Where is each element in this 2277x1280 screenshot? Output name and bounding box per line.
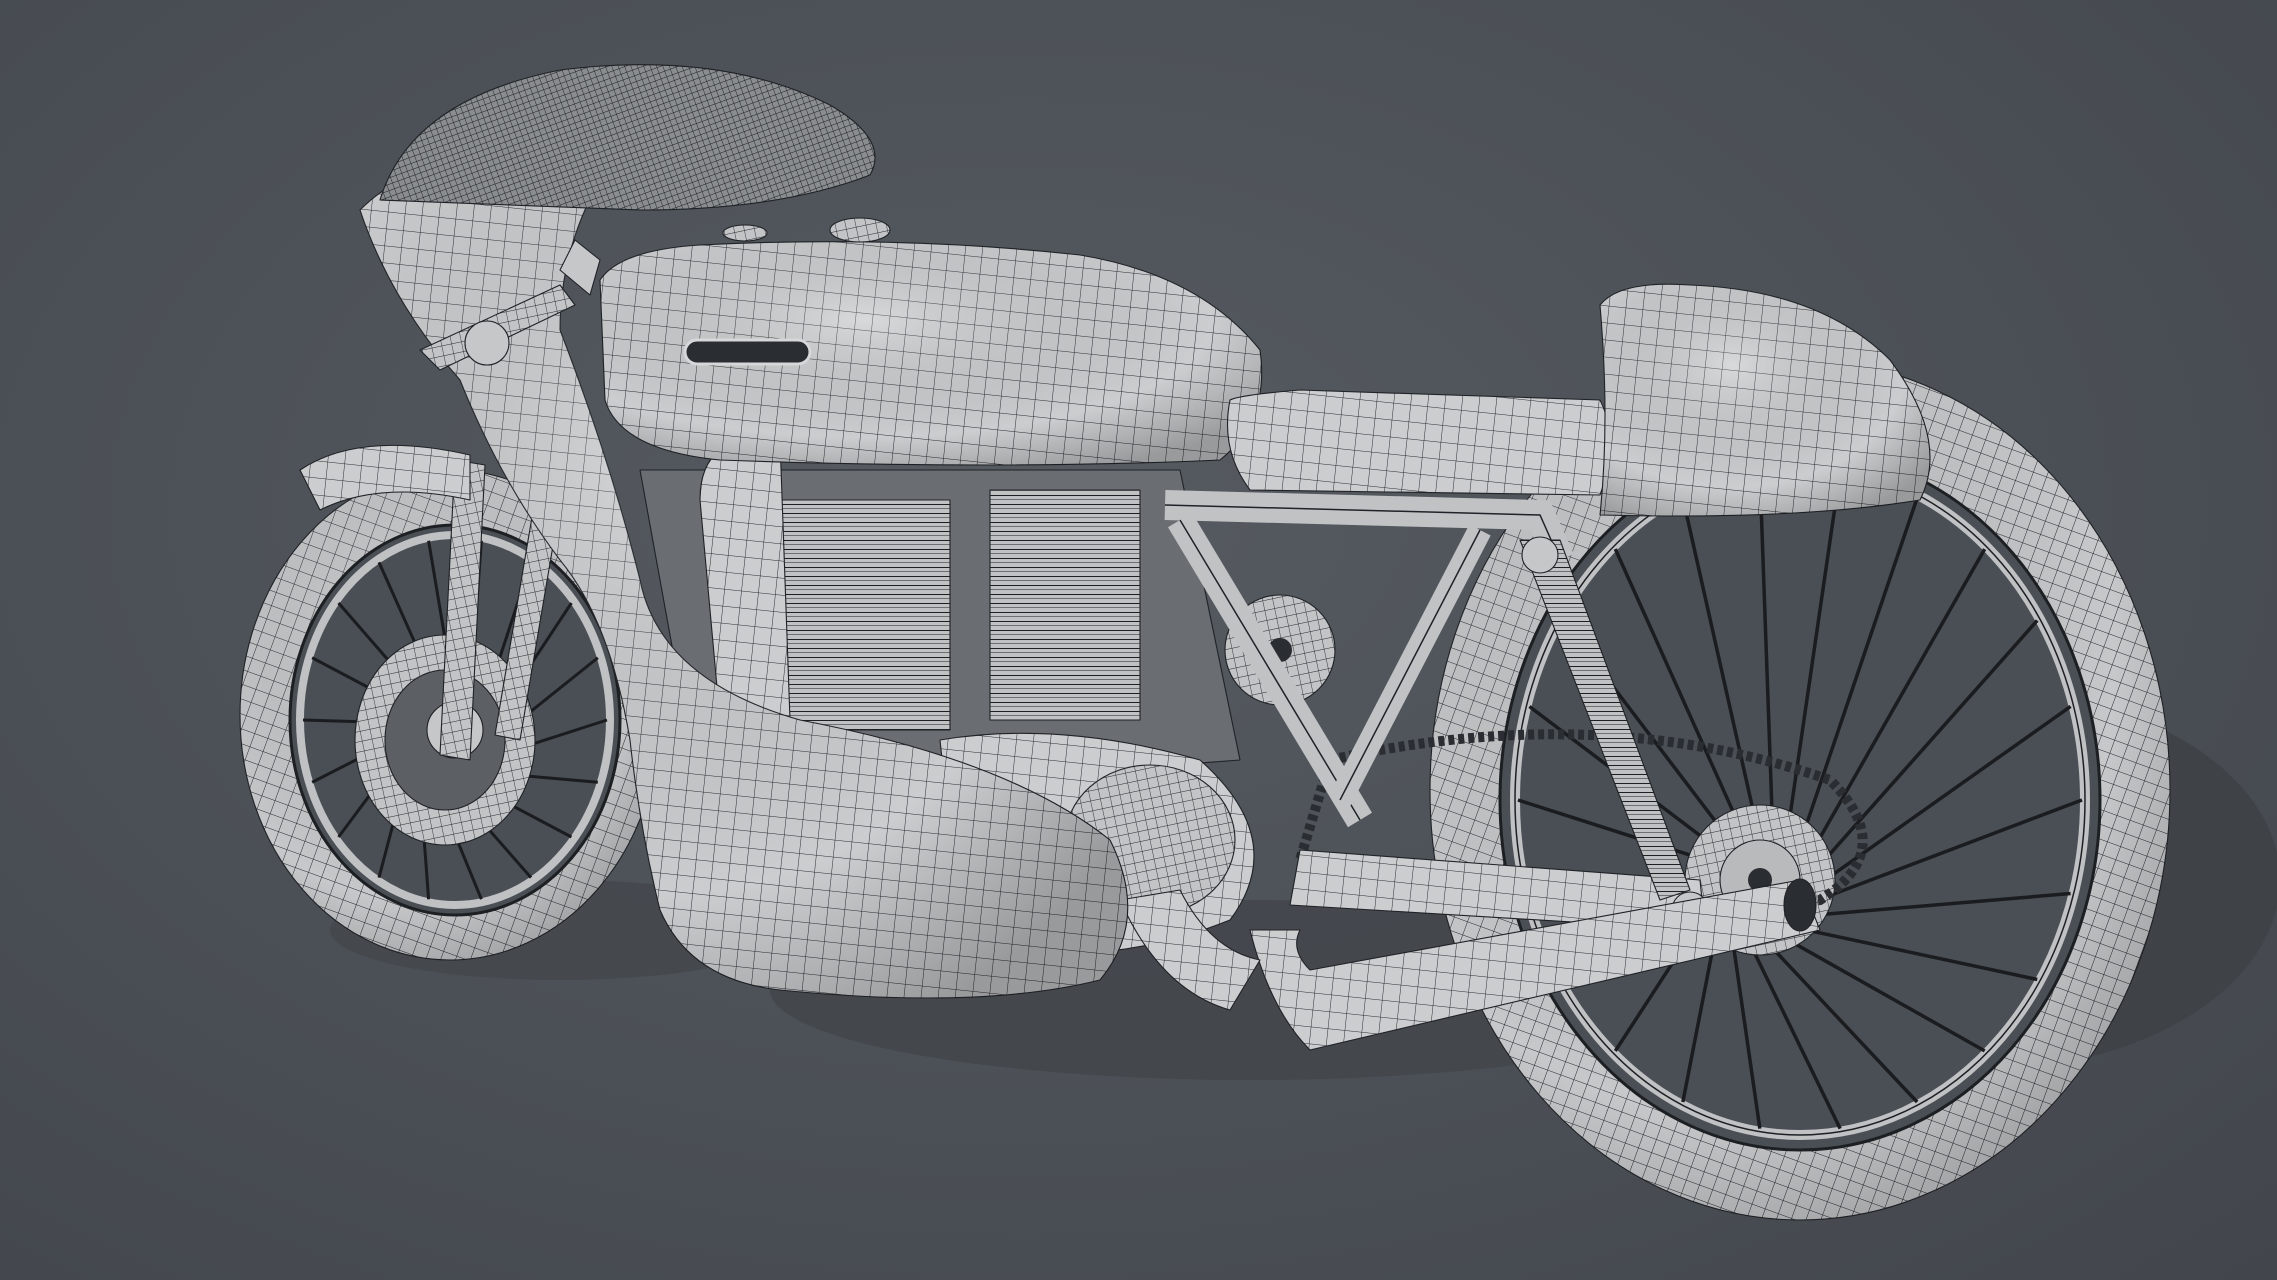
wireframe-motorcycle-render — [239, 64, 2277, 1221]
fuel-cap — [829, 217, 891, 243]
seat — [1227, 389, 1611, 496]
windscreen — [379, 64, 876, 211]
tank-badge — [683, 338, 812, 366]
3d-viewport[interactable] — [0, 0, 2277, 1280]
